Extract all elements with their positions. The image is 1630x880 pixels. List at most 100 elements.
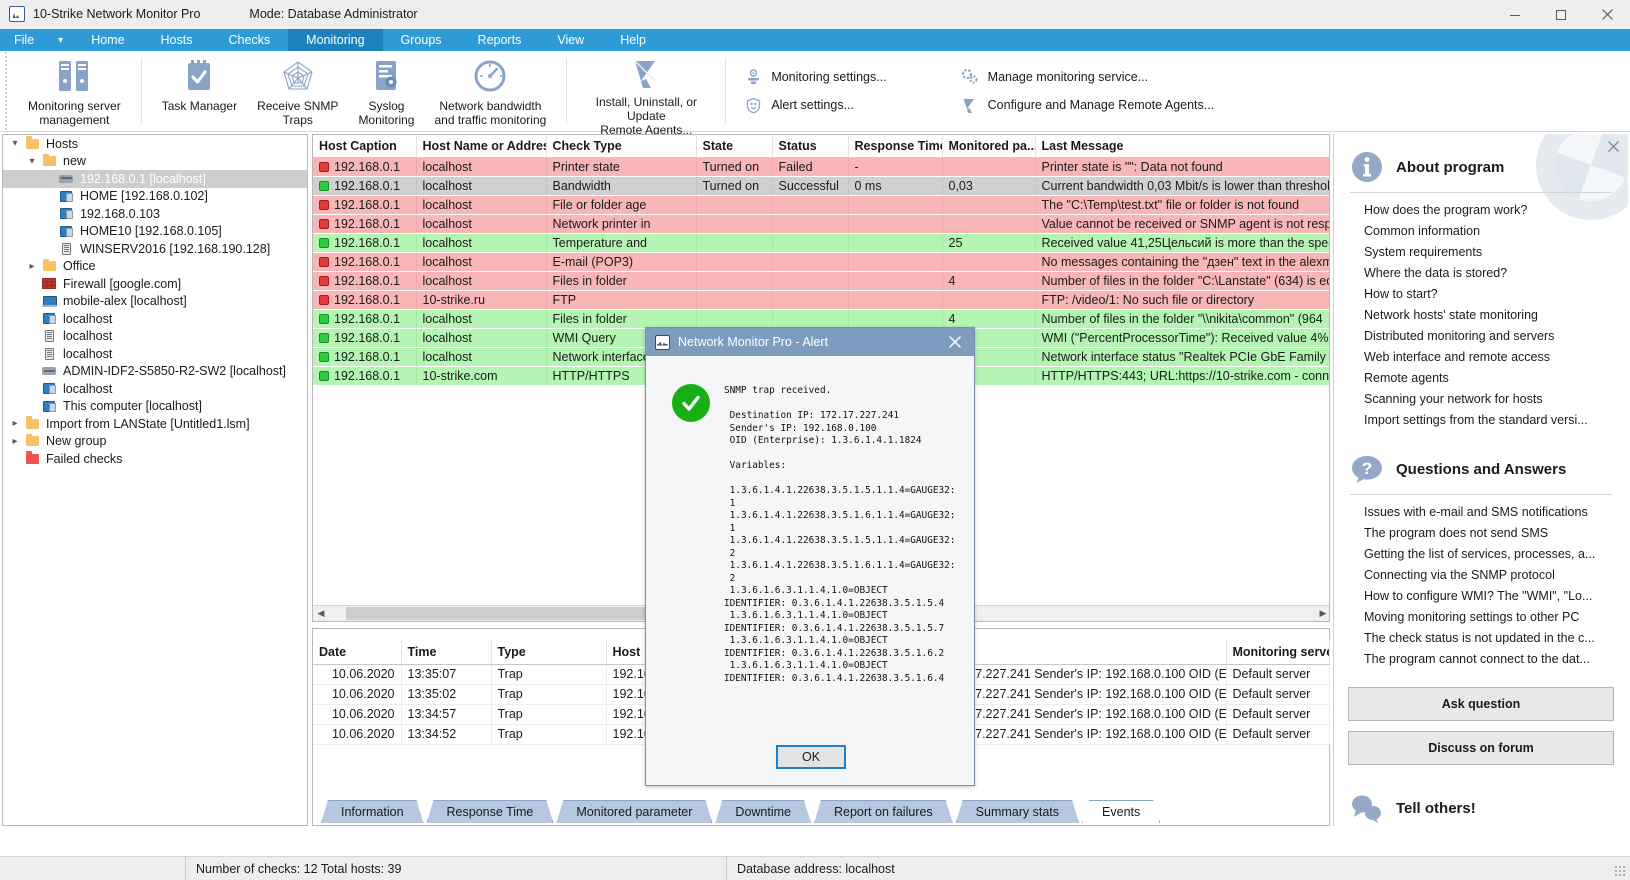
column-header[interactable]: Time	[401, 640, 491, 664]
about-link[interactable]: Where the data is stored?	[1350, 262, 1612, 283]
tree-node[interactable]: 192.168.0.103	[3, 205, 307, 223]
tree-node[interactable]: HOME [192.168.0.102]	[3, 188, 307, 206]
tab-response-time[interactable]: Response Time	[427, 800, 554, 823]
scroll-thumb[interactable]	[346, 607, 670, 620]
tree-node[interactable]: Firewall [google.com]	[3, 275, 307, 293]
chevron-down-icon[interactable]: ▾	[24, 156, 40, 167]
about-link[interactable]: Import settings from the standard versi.…	[1350, 409, 1612, 430]
tree-node[interactable]: ▸Office	[3, 258, 307, 276]
ask-question-button[interactable]: Ask question	[1348, 687, 1614, 721]
tab-monitored-parameter[interactable]: Monitored parameter	[556, 800, 712, 823]
column-header[interactable]: Type	[491, 640, 606, 664]
bottom-tab-strip[interactable]: InformationResponse TimeMonitored parame…	[321, 797, 1163, 823]
column-header[interactable]: Last Message	[1035, 135, 1329, 158]
alert-settings-button[interactable]: Alert settings...	[730, 91, 900, 119]
close-button[interactable]	[1584, 0, 1630, 29]
tab-information[interactable]: Information	[321, 800, 424, 823]
column-header[interactable]: Status	[772, 135, 848, 158]
column-header[interactable]: Host Name or Address	[416, 135, 546, 158]
monitoring-settings-button[interactable]: Monitoring settings...	[730, 63, 900, 91]
menu-item-hosts[interactable]: Hosts	[143, 29, 211, 51]
tree-node[interactable]: This computer [localhost]	[3, 398, 307, 416]
hosts-tree-panel[interactable]: ▾Hosts▾new192.168.0.1 [localhost]HOME [1…	[2, 134, 308, 826]
monitoring-server-management-button[interactable]: Monitoring server management	[18, 51, 131, 131]
qa-link[interactable]: The program cannot connect to the dat...	[1350, 648, 1612, 669]
tree-node[interactable]: mobile-alex [localhost]	[3, 293, 307, 311]
chevron-right-icon[interactable]: ▸	[7, 436, 23, 447]
menu-item-groups[interactable]: Groups	[383, 29, 460, 51]
table-row[interactable]: 192.168.0.1localhostBandwidthTurned onSu…	[313, 177, 1329, 196]
manage-monitoring-service-button[interactable]: Manage monitoring service...	[947, 63, 1229, 91]
tree-node[interactable]: ▾Hosts	[3, 135, 307, 153]
tree-node[interactable]: ▾new	[3, 153, 307, 171]
configure-remote-agents-button[interactable]: Configure and Manage Remote Agents...	[947, 91, 1229, 119]
table-row[interactable]: 192.168.0.1localhostNetwork printer inVa…	[313, 215, 1329, 234]
syslog-monitoring-button[interactable]: Syslog Monitoring	[348, 51, 424, 131]
menu-item-help[interactable]: Help	[602, 29, 664, 51]
tab-events[interactable]: Events	[1082, 800, 1160, 823]
qa-link[interactable]: The check status is not updated in the c…	[1350, 627, 1612, 648]
alert-dialog[interactable]: Network Monitor Pro - Alert SNMP trap re…	[645, 327, 975, 786]
ok-button[interactable]: OK	[776, 745, 846, 769]
column-header[interactable]: Date	[313, 640, 401, 664]
network-bandwidth-button[interactable]: Network bandwidth and traffic monitoring	[424, 51, 556, 131]
tree-node[interactable]: ▸New group	[3, 433, 307, 451]
tree-node[interactable]: WINSERV2016 [192.168.190.128]	[3, 240, 307, 258]
about-link[interactable]: Common information	[1350, 220, 1612, 241]
resize-grip-icon[interactable]	[1614, 865, 1626, 877]
chevron-down-icon[interactable]: ▾	[7, 138, 23, 149]
about-link[interactable]: How does the program work?	[1350, 199, 1612, 220]
maximize-button[interactable]	[1538, 0, 1584, 29]
menu-item-reports[interactable]: Reports	[460, 29, 540, 51]
column-header[interactable]: State	[696, 135, 772, 158]
menu-item-checks[interactable]: Checks	[210, 29, 288, 51]
tree-node[interactable]: localhost	[3, 380, 307, 398]
scroll-left-icon[interactable]: ◀	[313, 606, 329, 621]
table-row[interactable]: 192.168.0.1localhostFile or folder ageTh…	[313, 196, 1329, 215]
close-icon[interactable]	[936, 328, 974, 356]
column-header[interactable]: Host Caption	[313, 135, 416, 158]
table-row[interactable]: 192.168.0.110-strike.ruFTPFTP: /video/1:…	[313, 291, 1329, 310]
chevron-right-icon[interactable]: ▸	[7, 418, 23, 429]
column-header[interactable]: Response Time	[848, 135, 942, 158]
chevron-down-icon[interactable]: ▾	[48, 29, 73, 51]
table-row[interactable]: 192.168.0.1localhostPrinter stateTurned …	[313, 158, 1329, 177]
about-link[interactable]: Network hosts' state monitoring	[1350, 304, 1612, 325]
qa-link[interactable]: Moving monitoring settings to other PC	[1350, 606, 1612, 627]
table-row[interactable]: 192.168.0.1localhostTemperature and25Rec…	[313, 234, 1329, 253]
tab-summary-stats[interactable]: Summary stats	[956, 800, 1079, 823]
qa-link[interactable]: Issues with e-mail and SMS notifications	[1350, 501, 1612, 522]
column-header[interactable]: Monitoring server	[1226, 640, 1329, 664]
table-row[interactable]: 192.168.0.1localhostFiles in folder4Numb…	[313, 272, 1329, 291]
minimize-button[interactable]	[1492, 0, 1538, 29]
tab-downtime[interactable]: Downtime	[715, 800, 811, 823]
receive-snmp-traps-button[interactable]: Receive SNMP Traps	[247, 51, 348, 131]
menu-item-home[interactable]: Home	[73, 29, 142, 51]
menu-item-monitoring[interactable]: Monitoring	[288, 29, 382, 51]
tree-node[interactable]: localhost	[3, 310, 307, 328]
qa-link[interactable]: The program does not send SMS	[1350, 522, 1612, 543]
about-link[interactable]: Web interface and remote access	[1350, 346, 1612, 367]
qa-link[interactable]: How to configure WMI? The "WMI", "Lo...	[1350, 585, 1612, 606]
discuss-on-forum-button[interactable]: Discuss on forum	[1348, 731, 1614, 765]
tree-node[interactable]: ADMIN-IDF2-S5850-R2-SW2 [localhost]	[3, 363, 307, 381]
menu-item-file[interactable]: File	[0, 29, 48, 51]
tab-report-on-failures[interactable]: Report on failures	[814, 800, 953, 823]
qa-link[interactable]: Getting the list of services, processes,…	[1350, 543, 1612, 564]
about-link[interactable]: How to start?	[1350, 283, 1612, 304]
tree-node[interactable]: Failed checks	[3, 450, 307, 468]
install-update-remote-agents-button[interactable]: Install, Uninstall, or Update Remote Age…	[577, 51, 715, 131]
tree-node[interactable]: localhost	[3, 328, 307, 346]
qa-link[interactable]: Connecting via the SNMP protocol	[1350, 564, 1612, 585]
scroll-right-icon[interactable]: ▶	[1315, 606, 1330, 621]
about-link[interactable]: System requirements	[1350, 241, 1612, 262]
tree-node[interactable]: ▸Import from LANState [Untitled1.lsm]	[3, 415, 307, 433]
tree-node[interactable]: HOME10 [192.168.0.105]	[3, 223, 307, 241]
column-header[interactable]: Monitored pa...	[942, 135, 1035, 158]
table-row[interactable]: 192.168.0.1localhostFiles in folder4Numb…	[313, 310, 1329, 329]
chevron-right-icon[interactable]: ▸	[24, 261, 40, 272]
about-link[interactable]: Remote agents	[1350, 367, 1612, 388]
task-manager-button[interactable]: Task Manager	[152, 51, 247, 131]
tree-node[interactable]: 192.168.0.1 [localhost]	[3, 170, 307, 188]
about-link[interactable]: Distributed monitoring and servers	[1350, 325, 1612, 346]
